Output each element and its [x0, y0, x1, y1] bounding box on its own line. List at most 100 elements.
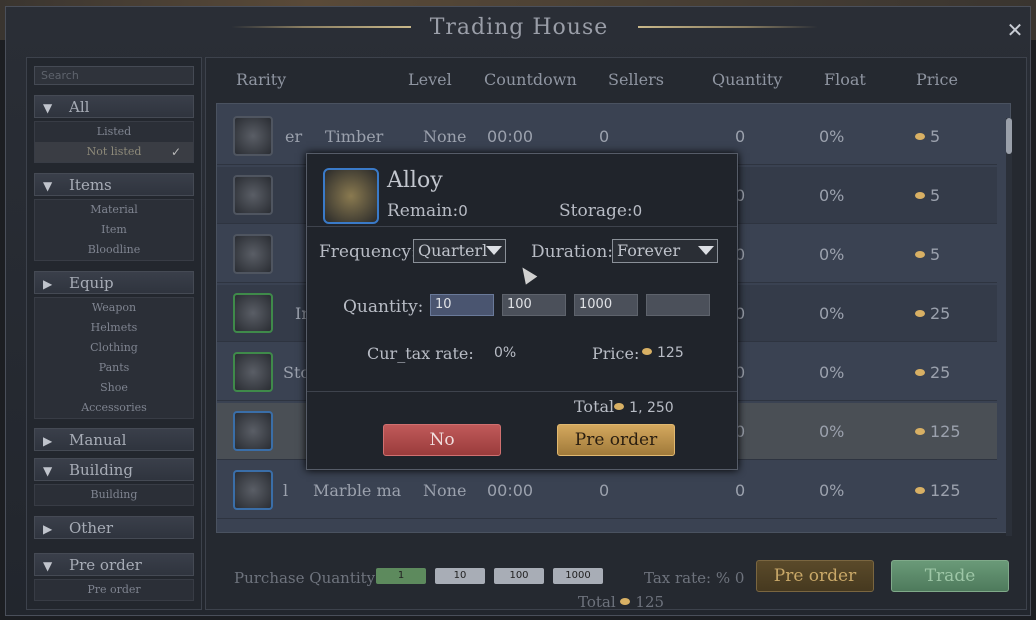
category-all[interactable]: ▼ All: [34, 95, 194, 118]
timber-item-icon: [233, 116, 273, 156]
search-input[interactable]: Search: [34, 66, 194, 85]
qty-button-100[interactable]: 100: [494, 568, 544, 584]
category-pre-order[interactable]: ▼ Pre order: [34, 553, 194, 576]
frequency-dropdown[interactable]: Quarterl: [413, 239, 506, 263]
sub-item-pre-order[interactable]: Pre order: [35, 580, 193, 600]
divider: [307, 226, 737, 227]
window-title: Trading House: [429, 15, 609, 40]
sub-item-not-listed[interactable]: Not listed ✓: [35, 142, 193, 162]
category-sidebar: Search ▼ All Listed Not listed ✓ ▼ Items Ma…: [26, 57, 202, 610]
quantity-option-1000[interactable]: 1000: [574, 294, 638, 316]
quantity-label: Quantity:: [343, 297, 424, 317]
divider: [307, 391, 737, 392]
sub-item-helmets[interactable]: Helmets: [35, 318, 193, 338]
item-price: 5: [915, 245, 940, 264]
coin-icon: [915, 428, 925, 435]
sub-item-building[interactable]: Building: [35, 485, 193, 505]
dialog-total: Total 1, 250: [574, 397, 674, 416]
quantity-option-100[interactable]: 100: [502, 294, 566, 316]
column-header-sellers[interactable]: Sellers: [608, 70, 664, 89]
cur-tax-value: 0%: [494, 345, 517, 361]
no-button[interactable]: No: [383, 424, 501, 456]
confirm-pre-order-button[interactable]: Pre order: [557, 424, 675, 456]
chevron-right-icon: ▶: [43, 277, 53, 291]
sub-item-item[interactable]: Item: [35, 220, 193, 240]
sub-item-bloodline[interactable]: Bloodline: [35, 240, 193, 260]
close-icon[interactable]: ✕: [1004, 19, 1026, 41]
price-value: 125: [642, 345, 684, 361]
column-header-price[interactable]: Price: [916, 70, 958, 89]
chevron-down-icon: ▼: [43, 559, 53, 573]
pre-order-button[interactable]: Pre order: [756, 560, 874, 592]
submenu-all: Listed Not listed ✓: [34, 121, 194, 163]
qty-button-1[interactable]: 1: [376, 568, 426, 584]
chevron-down-icon: ▼: [43, 101, 53, 115]
category-other[interactable]: ▶ Other: [34, 516, 194, 539]
price-label: Price:: [592, 344, 640, 363]
coin-icon: [915, 310, 925, 317]
sub-item-accessories[interactable]: Accessories: [35, 398, 193, 418]
submenu-items: Material Item Bloodline: [34, 199, 194, 261]
chevron-down-icon: ▼: [43, 179, 53, 193]
qty-button-1000[interactable]: 1000: [553, 568, 603, 584]
title-ornament-right: [638, 26, 818, 28]
alloy-item-icon: [233, 411, 273, 451]
category-items[interactable]: ▼ Items: [34, 173, 194, 196]
sub-item-pants[interactable]: Pants: [35, 358, 193, 378]
duration-dropdown[interactable]: Forever: [612, 239, 718, 263]
item-price: 25: [915, 304, 950, 323]
chevron-down-icon: [486, 246, 502, 255]
column-header-float[interactable]: Float: [824, 70, 866, 89]
sub-item-material[interactable]: Material: [35, 200, 193, 220]
scrollbar-thumb[interactable]: [1006, 118, 1012, 154]
column-header-rarity[interactable]: Rarity: [236, 70, 286, 89]
column-header-level[interactable]: Level: [408, 70, 452, 89]
sub-item-shoe[interactable]: Shoe: [35, 378, 193, 398]
column-header-quantity[interactable]: Quantity: [712, 70, 782, 89]
stone-block-item-icon: [233, 352, 273, 392]
sub-item-clothing[interactable]: Clothing: [35, 338, 193, 358]
purchase-quantity-label: Purchase Quantity: [234, 569, 376, 587]
marble-item-icon: [233, 470, 273, 510]
submenu-pre-order: Pre order: [34, 579, 194, 601]
cur-tax-label: Cur_tax rate:: [367, 344, 474, 363]
category-manual[interactable]: ▶ Manual: [34, 428, 194, 451]
chevron-right-icon: ▶: [43, 522, 53, 536]
chevron-right-icon: ▶: [43, 434, 53, 448]
list-scrollbar[interactable]: [1006, 118, 1012, 536]
table-row[interactable]: l Marble ma None 00:00 0 0 0% 125: [217, 462, 997, 519]
coin-icon: [620, 598, 631, 605]
category-building[interactable]: ▼ Building: [34, 458, 194, 481]
purchase-bar: Purchase Quantity 1 10 100 1000 Tax rate…: [206, 548, 1028, 611]
category-equip[interactable]: ▶ Equip: [34, 271, 194, 294]
quantity-option-10[interactable]: 10: [430, 294, 494, 316]
item-price: 125: [915, 422, 961, 441]
frequency-label: Frequency:: [319, 242, 417, 262]
chevron-down-icon: ▼: [43, 464, 53, 478]
checkmark-icon: ✓: [170, 145, 181, 159]
trade-button[interactable]: Trade: [891, 560, 1009, 592]
iron-item-icon: [233, 293, 273, 333]
ore-item-icon: [233, 234, 273, 274]
item-price: 5: [915, 186, 940, 205]
quantity-custom-input[interactable]: [646, 294, 710, 316]
item-name: Timber: [325, 127, 384, 146]
coin-icon: [915, 487, 925, 494]
coin-icon: [642, 348, 652, 355]
item-price: 125: [915, 481, 961, 500]
column-header-countdown[interactable]: Countdown: [484, 70, 577, 89]
total-display: Total 125: [578, 593, 665, 611]
item-name: Marble ma: [313, 481, 402, 500]
tax-rate-label: Tax rate: % 0: [644, 569, 745, 587]
duration-label: Duration:: [531, 242, 614, 262]
sub-item-weapon[interactable]: Weapon: [35, 298, 193, 318]
sub-item-listed[interactable]: Listed: [35, 122, 193, 142]
submenu-building: Building: [34, 484, 194, 506]
coin-icon: [915, 369, 925, 376]
coin-icon: [614, 403, 625, 410]
coin-icon: [915, 133, 925, 140]
dialog-item-name: Alloy: [387, 168, 443, 193]
remain-display: Remain:0: [387, 201, 468, 221]
stone-item-icon: [233, 175, 273, 215]
qty-button-10[interactable]: 10: [435, 568, 485, 584]
